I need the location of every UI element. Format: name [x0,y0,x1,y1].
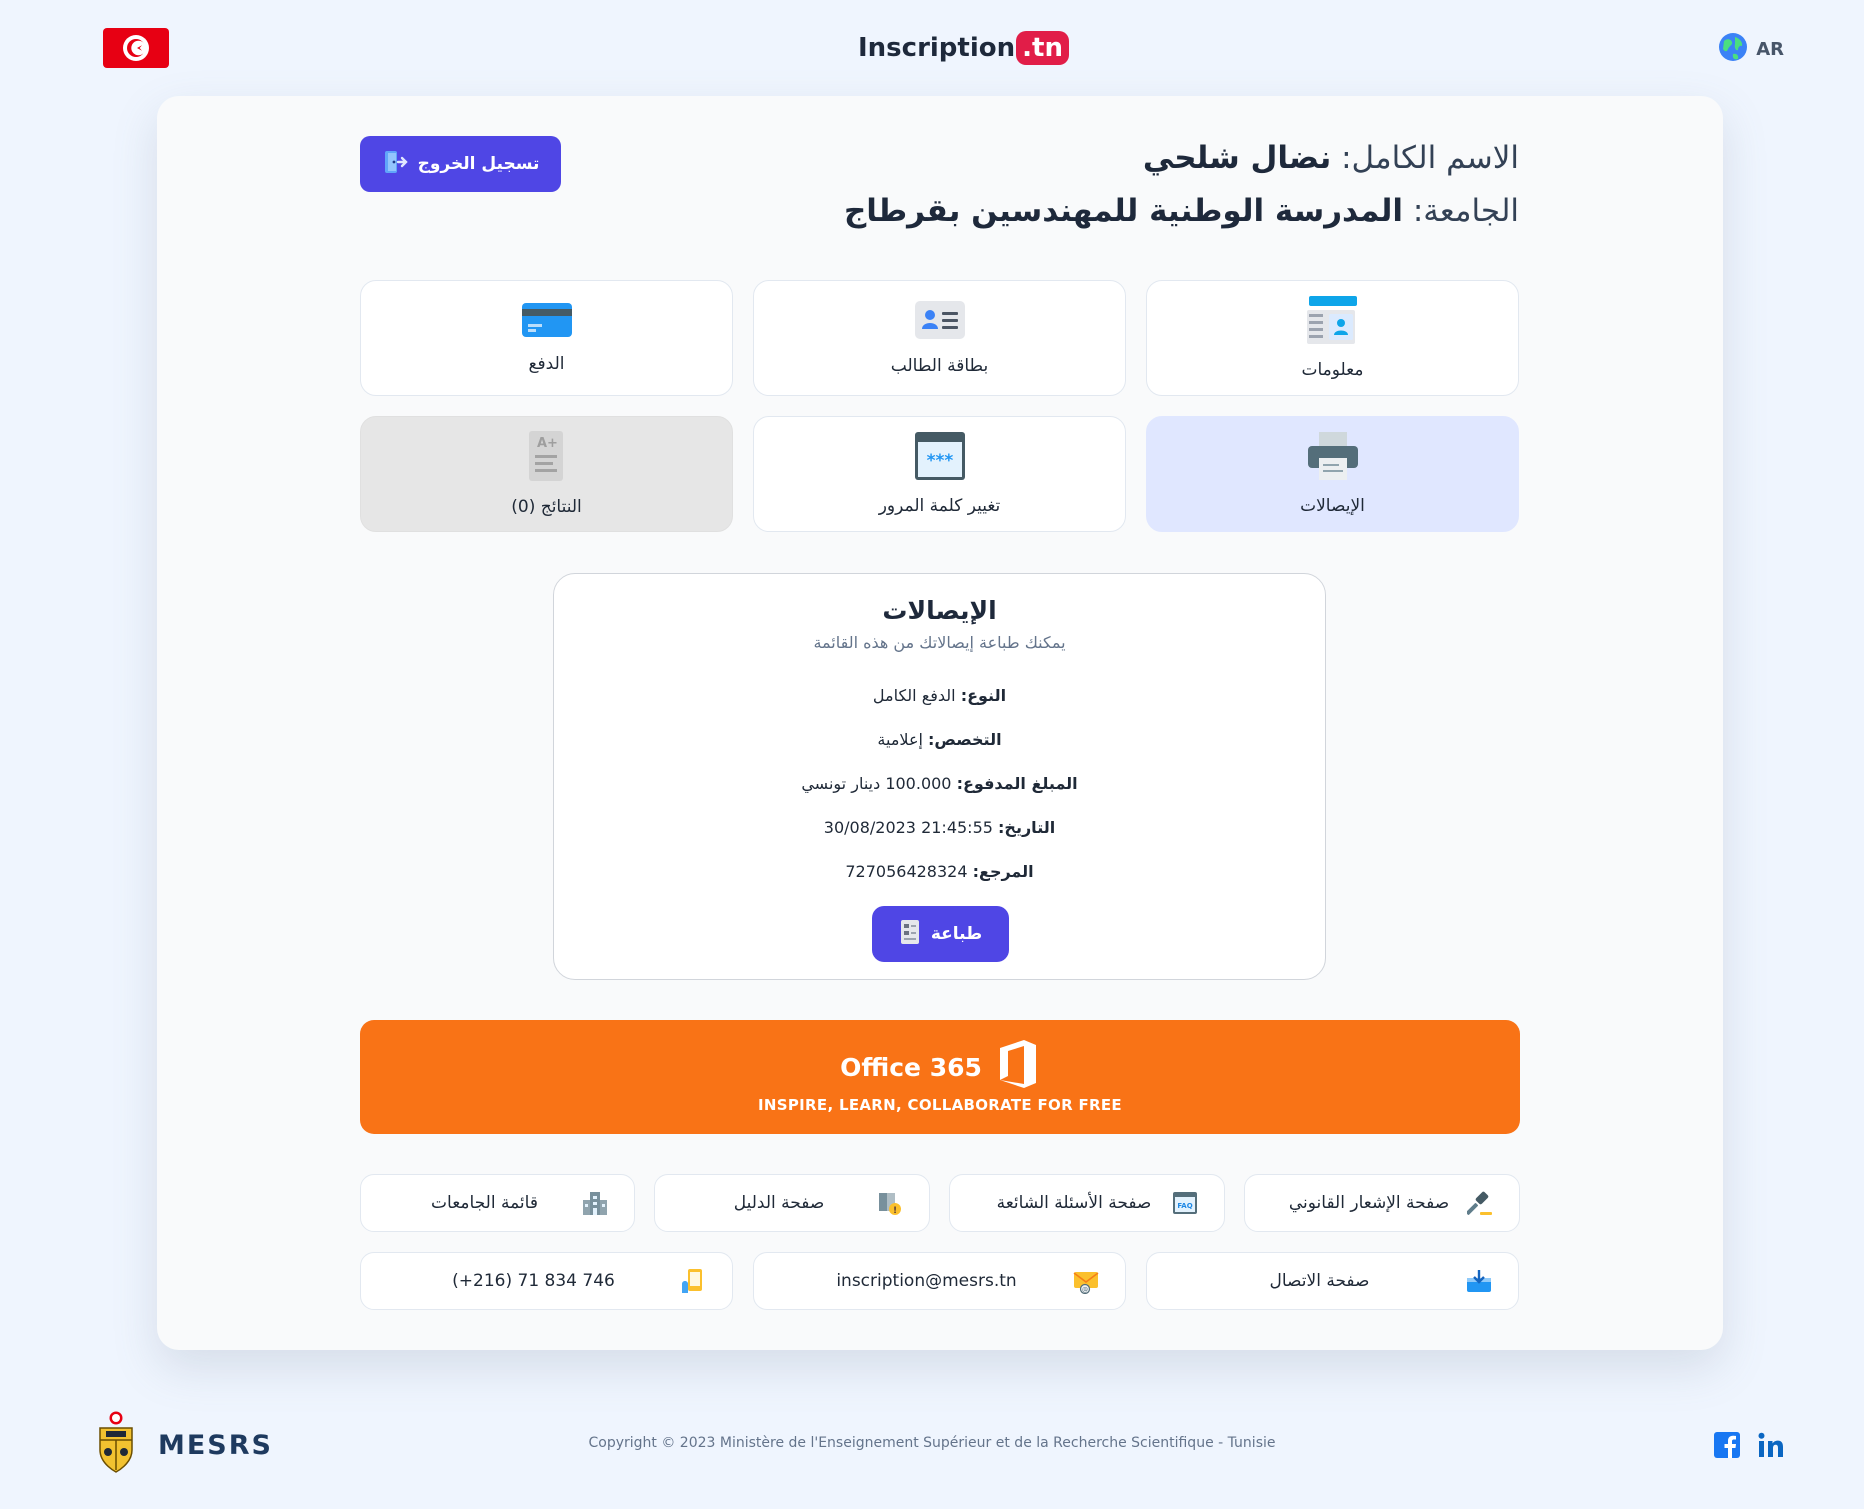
contact-label: (+216) 71 834 746 [452,1271,615,1291]
phone-icon [680,1268,706,1294]
receipt-type-label: النوع: [960,686,1007,705]
tile-label: تغيير كلمة المرور [878,496,1001,516]
link-label: صفحة الأسئلة الشائعة [996,1193,1152,1213]
tile-label: الإيصالات [1300,496,1365,516]
svg-text:FAQ: FAQ [1177,1202,1192,1210]
guide-link[interactable]: ! صفحة الدليل [654,1174,930,1232]
social-links [1714,1432,1784,1462]
phone-link[interactable]: (+216) 71 834 746 [360,1252,733,1310]
contact-label: صفحة الاتصال [1269,1271,1370,1291]
receipt-ref-label: المرجع: [972,862,1034,881]
grades-icon: A+ [527,431,567,485]
receipt-date-row: التاريخ: 30/08/2023 21:45:55 [554,806,1325,850]
tunisia-flag-icon [103,28,169,68]
tile-receipts[interactable]: الإيصالات [1146,416,1519,532]
brand-suffix: .tn [1016,31,1069,65]
inbox-icon [1466,1268,1492,1294]
receipt-subtitle: يمكنك طباعة إيصالاتك من هذه القائمة [813,633,1066,652]
office-subtitle: INSPIRE, LEARN, COLLABORATE FOR FREE [758,1096,1122,1114]
receipt-ref-row: المرجع: 727056428324 [554,850,1325,894]
link-label: قائمة الجامعات [431,1193,538,1213]
receipt-amount-row: المبلغ المدفوع: 100.000 دينار تونسي [554,762,1325,806]
svg-text:!: ! [893,1206,897,1216]
receipt-ref-value: 727056428324 [845,862,968,881]
full-name-label: الاسم الكامل: [1341,140,1519,176]
linkedin-icon[interactable] [1758,1432,1784,1462]
university-label: الجامعة: [1412,193,1519,229]
tile-student-card[interactable]: بطاقة الطالب [753,280,1126,396]
university-value: المدرسة الوطنية للمهندسين بقرطاج [843,193,1403,229]
office365-banner[interactable]: Office 365 INSPIRE, LEARN, COLLABORATE F… [360,1020,1520,1134]
link-label: صفحة الإشعار القانوني [1288,1193,1450,1213]
print-button[interactable]: طباعة [872,906,1009,962]
svg-text:A+: A+ [537,436,558,451]
tile-label: الدفع [528,354,565,374]
university-line: الجامعة: المدرسة الوطنية للمهندسين بقرطا… [844,193,1519,229]
universities-link[interactable]: قائمة الجامعات [360,1174,635,1232]
receipt-specialty-label: التخصص: [928,730,1002,749]
email-link[interactable]: @ inscription@mesrs.tn [753,1252,1126,1310]
office-title: Office 365 [840,1052,982,1082]
receipt-specialty-row: التخصص: إعلامية [554,718,1325,762]
tile-label: النتائج (0) [511,497,582,517]
contact-page-link[interactable]: صفحة الاتصال [1146,1252,1519,1310]
tile-change-password[interactable]: *** تغيير كلمة المرور [753,416,1126,532]
facebook-icon[interactable] [1714,1432,1740,1462]
link-label: صفحة الدليل [733,1193,825,1213]
university-building-icon [582,1190,608,1216]
receipt-amount-label: المبلغ المدفوع: [956,774,1078,793]
language-switcher[interactable]: AR [1718,32,1784,67]
receipt-title: الإيصالات [882,596,997,625]
full-name-line: الاسم الكامل: نضال شلحي [1143,140,1519,176]
id-card-icon [914,300,966,344]
logout-icon [382,149,408,180]
tile-results: A+ النتائج (0) [360,416,733,532]
print-label: طباعة [930,924,983,944]
receipt-doc-icon [899,919,921,950]
receipt-type-value: الدفع الكامل [872,686,956,705]
receipt-specialty-value: إعلامية [877,730,923,749]
receipt-date-value: 30/08/2023 21:45:55 [823,818,993,837]
gavel-icon [1467,1190,1493,1216]
svg-text:***: *** [926,451,953,471]
tile-payment[interactable]: الدفع [360,280,733,396]
faq-icon: FAQ [1172,1190,1198,1216]
office-icon [996,1038,1040,1096]
receipt-type-row: النوع: الدفع الكامل [554,674,1325,718]
printer-icon [1307,432,1359,484]
language-label: AR [1756,39,1784,60]
logout-label: تسجيل الخروج [417,154,540,174]
legal-notice-link[interactable]: صفحة الإشعار القانوني [1244,1174,1520,1232]
tile-info[interactable]: معلومات [1146,280,1519,396]
receipt-amount-value: 100.000 دينار تونسي [801,774,952,793]
receipt-date-label: التاريخ: [998,818,1056,837]
guide-book-icon: ! [877,1190,903,1216]
password-icon: *** [914,432,965,484]
faq-link[interactable]: FAQ صفحة الأسئلة الشائعة [949,1174,1225,1232]
receipt-panel: الإيصالات يمكنك طباعة إيصالاتك من هذه ال… [553,573,1326,980]
full-name-value: نضال شلحي [1142,140,1332,176]
contact-label: inscription@mesrs.tn [836,1271,1017,1291]
copyright-text: Copyright © 2023 Ministère de l'Enseigne… [588,1435,1276,1451]
tile-label: معلومات [1301,360,1364,380]
logout-button[interactable]: تسجيل الخروج [360,136,561,192]
svg-text:@: @ [1082,1287,1088,1294]
site-logo[interactable]: Inscription .tn [858,28,1069,68]
email-icon: @ [1073,1268,1099,1294]
profile-info-icon [1306,296,1359,348]
globe-icon [1718,32,1748,67]
credit-card-icon [521,302,573,342]
tile-label: بطاقة الطالب [890,356,989,376]
brand-main: Inscription [858,33,1016,63]
